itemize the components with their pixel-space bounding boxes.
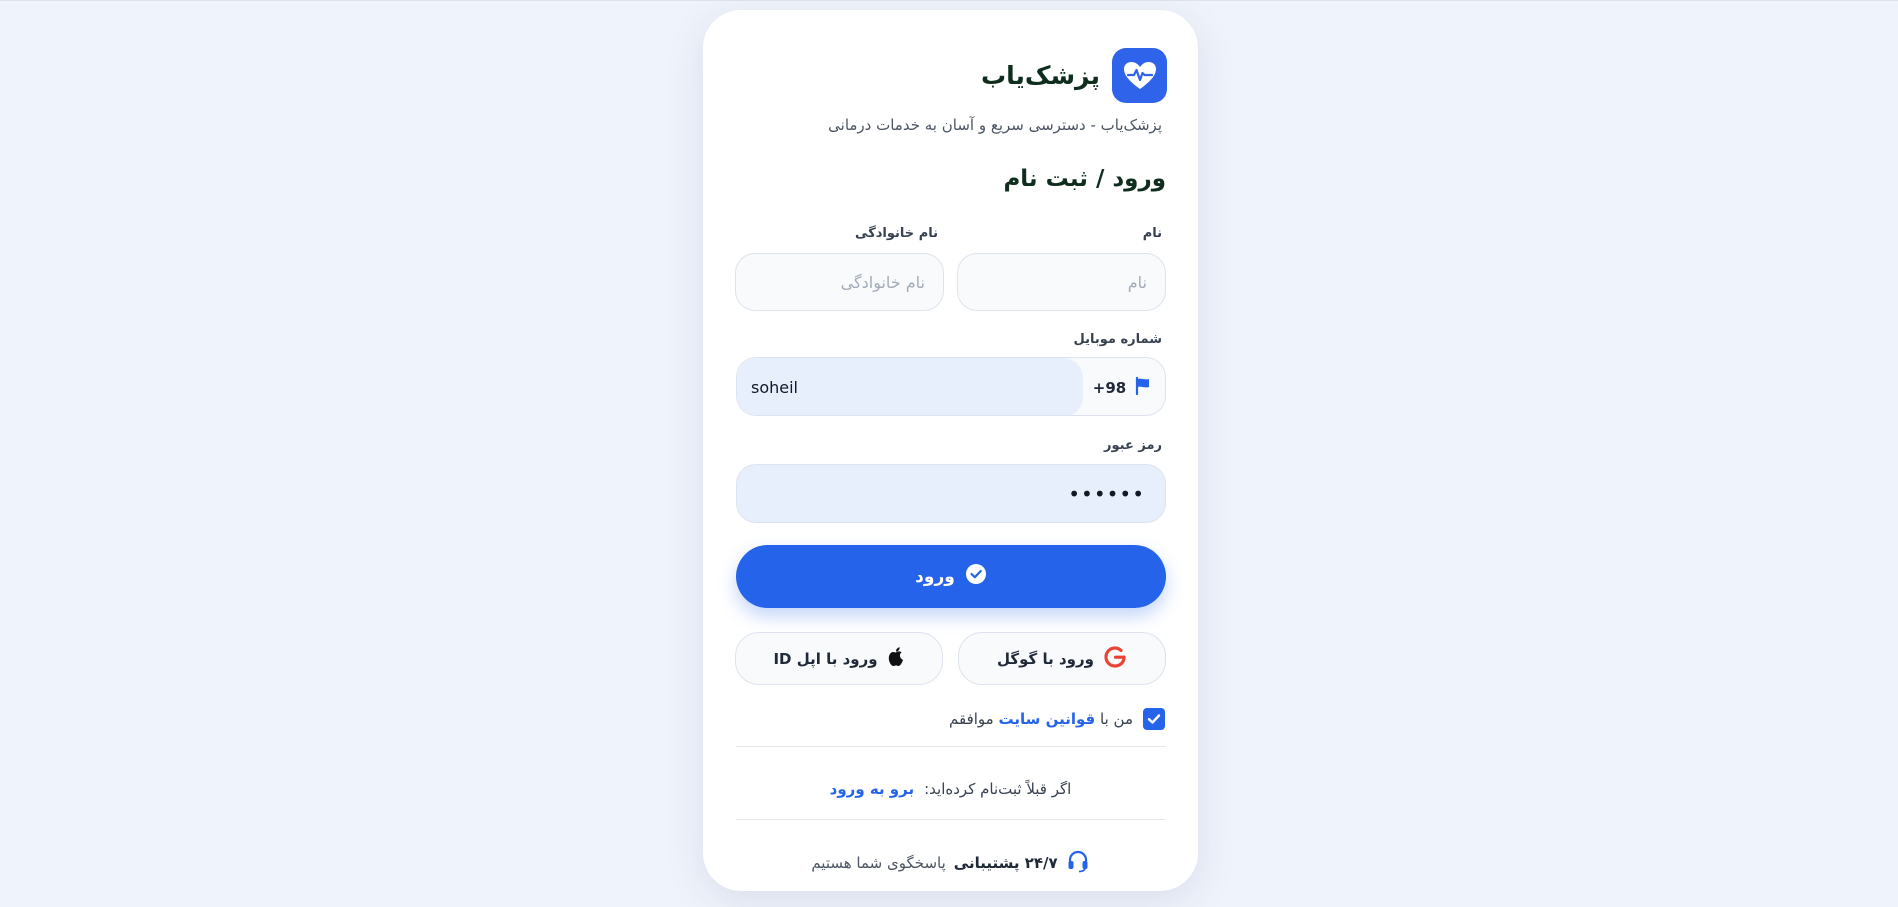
password-label: رمز عبور bbox=[1104, 438, 1162, 453]
mobile-field-wrapper: +98 soheil bbox=[736, 357, 1166, 416]
last-name-field[interactable]: نام خانوادگی bbox=[735, 253, 944, 311]
terms-text: من با قوانین سایت موافقم bbox=[949, 710, 1133, 728]
top-border bbox=[0, 0, 1898, 1]
apple-login-button[interactable]: ورود با اپل ID bbox=[735, 632, 943, 685]
country-code-selector[interactable]: +98 bbox=[1080, 358, 1165, 415]
brand-header: پزشک‌یاب bbox=[981, 48, 1167, 103]
apple-login-label: ورود با اپل ID bbox=[773, 649, 878, 668]
brand-name: پزشک‌یاب bbox=[980, 61, 1100, 90]
last-name-label: نام خانوادگی bbox=[855, 226, 938, 241]
first-name-placeholder: نام bbox=[1127, 272, 1147, 292]
last-name-placeholder: نام خانوادگی bbox=[840, 272, 925, 292]
form-heading: ورود / ثبت نام bbox=[1003, 166, 1166, 192]
terms-prefix: من با bbox=[1100, 710, 1133, 728]
login-submit-label: ورود bbox=[915, 566, 955, 587]
password-input[interactable]: •••••• bbox=[736, 464, 1166, 523]
check-circle-icon bbox=[965, 563, 987, 590]
terms-suffix: موافقم bbox=[949, 710, 994, 728]
divider-top bbox=[736, 746, 1166, 747]
terms-row: من با قوانین سایت موافقم bbox=[949, 708, 1165, 730]
brand-tagline: پزشک‌یاب - دسترسی سریع و آسان به خدمات د… bbox=[828, 116, 1162, 134]
terms-checkbox[interactable] bbox=[1143, 708, 1165, 730]
google-login-label: ورود با گوگل bbox=[997, 649, 1094, 668]
login-prompt: اگر قبلاً ثبت‌نام کرده‌اید: برو به ورود bbox=[703, 780, 1198, 798]
mobile-label: شماره موبایل bbox=[1073, 332, 1162, 347]
support-text: پاسخگوی شما هستیم bbox=[811, 854, 946, 872]
heart-pulse-icon bbox=[1112, 48, 1167, 103]
auth-card: پزشک‌یاب پزشک‌یاب - دسترسی سریع و آسان ب… bbox=[703, 10, 1198, 891]
support-row: ۲۴/۷ پشتیبانی پاسخگوی شما هستیم bbox=[703, 849, 1198, 877]
login-prompt-text: اگر قبلاً ثبت‌نام کرده‌اید: bbox=[924, 780, 1072, 798]
go-to-login-link[interactable]: برو به ورود bbox=[830, 780, 914, 798]
login-submit-button[interactable]: ورود bbox=[736, 545, 1166, 608]
divider-bottom bbox=[736, 819, 1166, 820]
first-name-field[interactable]: نام bbox=[957, 253, 1166, 311]
headset-icon bbox=[1066, 849, 1090, 877]
apple-icon bbox=[887, 646, 905, 672]
mobile-input[interactable]: soheil bbox=[737, 358, 1083, 415]
support-hours: ۲۴/۷ پشتیبانی bbox=[953, 854, 1058, 872]
flag-icon bbox=[1134, 376, 1152, 399]
google-login-button[interactable]: ورود با گوگل bbox=[958, 632, 1166, 685]
google-icon bbox=[1103, 645, 1127, 673]
first-name-label: نام bbox=[1142, 226, 1162, 241]
country-code: +98 bbox=[1092, 378, 1127, 397]
terms-link[interactable]: قوانین سایت bbox=[999, 710, 1096, 728]
